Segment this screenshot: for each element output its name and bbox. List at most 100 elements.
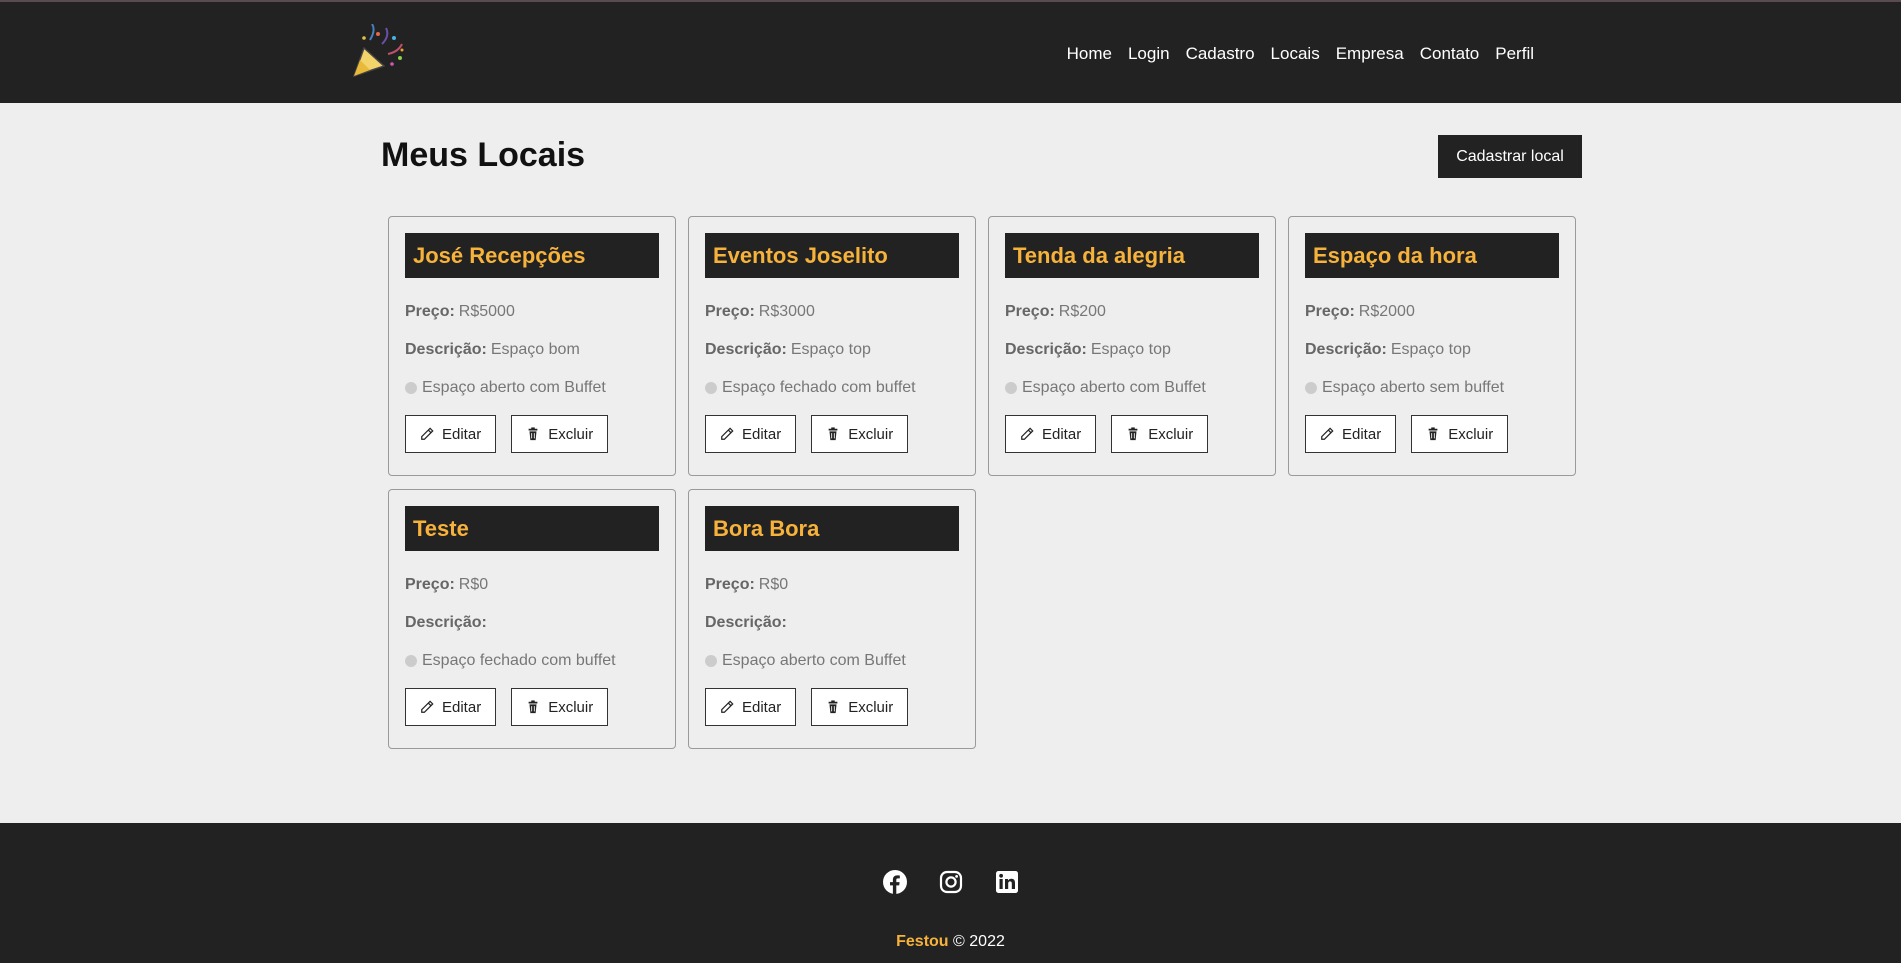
trash-icon xyxy=(1428,427,1438,441)
edit-button[interactable]: Editar xyxy=(1305,415,1397,453)
edit-button[interactable]: Editar xyxy=(1005,415,1097,453)
venue-type-label: Espaço aberto com Buffet xyxy=(1022,379,1206,396)
venue-name: Eventos Joselito xyxy=(705,233,959,278)
edit-label: Editar xyxy=(442,698,482,716)
venue-name: Teste xyxy=(405,506,659,551)
venue-name: Tenda da alegria xyxy=(1005,233,1259,278)
venue-type-label: Espaço aberto com Buffet xyxy=(722,652,906,669)
description-label: Descrição: xyxy=(705,341,787,358)
venue-price: Preço: R$200 xyxy=(1005,293,1259,331)
delete-button[interactable]: Excluir xyxy=(811,415,909,453)
venue-description: Descrição: xyxy=(405,604,659,642)
price-label: Preço: xyxy=(705,576,755,593)
venue-description: Descrição: Espaço top xyxy=(1005,331,1259,369)
delete-label: Excluir xyxy=(548,698,594,716)
nav-login[interactable]: Login xyxy=(1128,44,1170,64)
venue-type: Espaço fechado com buffet xyxy=(705,369,959,407)
copyright-text: © 2022 xyxy=(953,933,1005,950)
delete-label: Excluir xyxy=(1148,425,1194,443)
price-value: R$0 xyxy=(758,576,789,593)
price-label: Preço: xyxy=(405,303,455,320)
add-venue-button[interactable]: Cadastrar local xyxy=(1438,135,1582,178)
edit-label: Editar xyxy=(742,425,782,443)
venue-type: Espaço fechado com buffet xyxy=(405,642,659,680)
trash-icon xyxy=(1128,427,1138,441)
card-actions: Editar Excluir xyxy=(705,415,959,453)
page-title: Meus Locais xyxy=(381,136,586,174)
price-label: Preço: xyxy=(705,303,755,320)
delete-button[interactable]: Excluir xyxy=(1111,415,1209,453)
description-value: Espaço top xyxy=(790,341,871,358)
edit-button[interactable]: Editar xyxy=(705,415,797,453)
delete-button[interactable]: Excluir xyxy=(1411,415,1509,453)
price-label: Preço: xyxy=(1305,303,1355,320)
pencil-icon xyxy=(1321,427,1334,440)
trash-icon xyxy=(528,427,538,441)
venue-type: Espaço aberto com Buffet xyxy=(1005,369,1259,407)
radio-indicator xyxy=(405,382,417,394)
delete-label: Excluir xyxy=(548,425,594,443)
delete-label: Excluir xyxy=(848,425,894,443)
nav-empresa[interactable]: Empresa xyxy=(1336,44,1404,64)
radio-indicator xyxy=(1305,382,1317,394)
edit-button[interactable]: Editar xyxy=(405,415,497,453)
card-actions: Editar Excluir xyxy=(405,415,659,453)
venue-description: Descrição: Espaço top xyxy=(705,331,959,369)
brand-name: Festou xyxy=(896,933,949,950)
venue-price: Preço: R$3000 xyxy=(705,293,959,331)
party-popper-logo-icon[interactable] xyxy=(350,23,408,80)
nav-contato[interactable]: Contato xyxy=(1420,44,1480,64)
radio-indicator xyxy=(1005,382,1017,394)
edit-button[interactable]: Editar xyxy=(705,688,797,726)
card-actions: Editar Excluir xyxy=(1005,415,1259,453)
trash-icon xyxy=(528,700,538,714)
venue-type-label: Espaço fechado com buffet xyxy=(422,652,616,669)
venue-card: Eventos Joselito Preço: R$3000 Descrição… xyxy=(688,216,976,476)
edit-button[interactable]: Editar xyxy=(405,688,497,726)
pencil-icon xyxy=(1021,427,1034,440)
price-value: R$2000 xyxy=(1358,303,1415,320)
nav-perfil[interactable]: Perfil xyxy=(1495,44,1534,64)
venue-card: Espaço da hora Preço: R$2000 Descrição: … xyxy=(1288,216,1576,476)
edit-label: Editar xyxy=(742,698,782,716)
venue-type-label: Espaço fechado com buffet xyxy=(722,379,916,396)
price-value: R$3000 xyxy=(758,303,815,320)
description-label: Descrição: xyxy=(405,341,487,358)
venue-type: Espaço aberto com Buffet xyxy=(405,369,659,407)
trash-icon xyxy=(828,427,838,441)
description-label: Descrição: xyxy=(1305,341,1387,358)
nav-locais[interactable]: Locais xyxy=(1271,44,1320,64)
venue-price: Preço: R$0 xyxy=(705,566,959,604)
edit-label: Editar xyxy=(1042,425,1082,443)
delete-button[interactable]: Excluir xyxy=(511,688,609,726)
venue-type: Espaço aberto com Buffet xyxy=(705,642,959,680)
description-label: Descrição: xyxy=(705,614,787,631)
copyright: Festou © 2022 xyxy=(0,933,1901,951)
venue-card: Bora Bora Preço: R$0 Descrição: Espaço a… xyxy=(688,489,976,749)
description-value: Espaço bom xyxy=(490,341,580,358)
venue-price: Preço: R$0 xyxy=(405,566,659,604)
venue-name: José Recepções xyxy=(405,233,659,278)
social-links xyxy=(0,870,1901,894)
price-value: R$200 xyxy=(1058,303,1106,320)
radio-indicator xyxy=(405,655,417,667)
venue-card: Teste Preço: R$0 Descrição: Espaço fecha… xyxy=(388,489,676,749)
instagram-icon[interactable] xyxy=(939,870,963,894)
pencil-icon xyxy=(721,427,734,440)
delete-button[interactable]: Excluir xyxy=(811,688,909,726)
delete-label: Excluir xyxy=(1448,425,1494,443)
venue-price: Preço: R$2000 xyxy=(1305,293,1559,331)
venue-card: José Recepções Preço: R$5000 Descrição: … xyxy=(388,216,676,476)
delete-label: Excluir xyxy=(848,698,894,716)
venue-card: Tenda da alegria Preço: R$200 Descrição:… xyxy=(988,216,1276,476)
nav-cadastro[interactable]: Cadastro xyxy=(1186,44,1255,64)
linkedin-icon[interactable] xyxy=(995,870,1019,894)
facebook-icon[interactable] xyxy=(882,870,907,894)
venue-name: Bora Bora xyxy=(705,506,959,551)
delete-button[interactable]: Excluir xyxy=(511,415,609,453)
description-label: Descrição: xyxy=(405,614,487,631)
footer: Festou © 2022 xyxy=(0,823,1901,963)
top-navbar: Home Login Cadastro Locais Empresa Conta… xyxy=(0,0,1901,103)
nav-home[interactable]: Home xyxy=(1067,44,1112,64)
description-label: Descrição: xyxy=(1005,341,1087,358)
